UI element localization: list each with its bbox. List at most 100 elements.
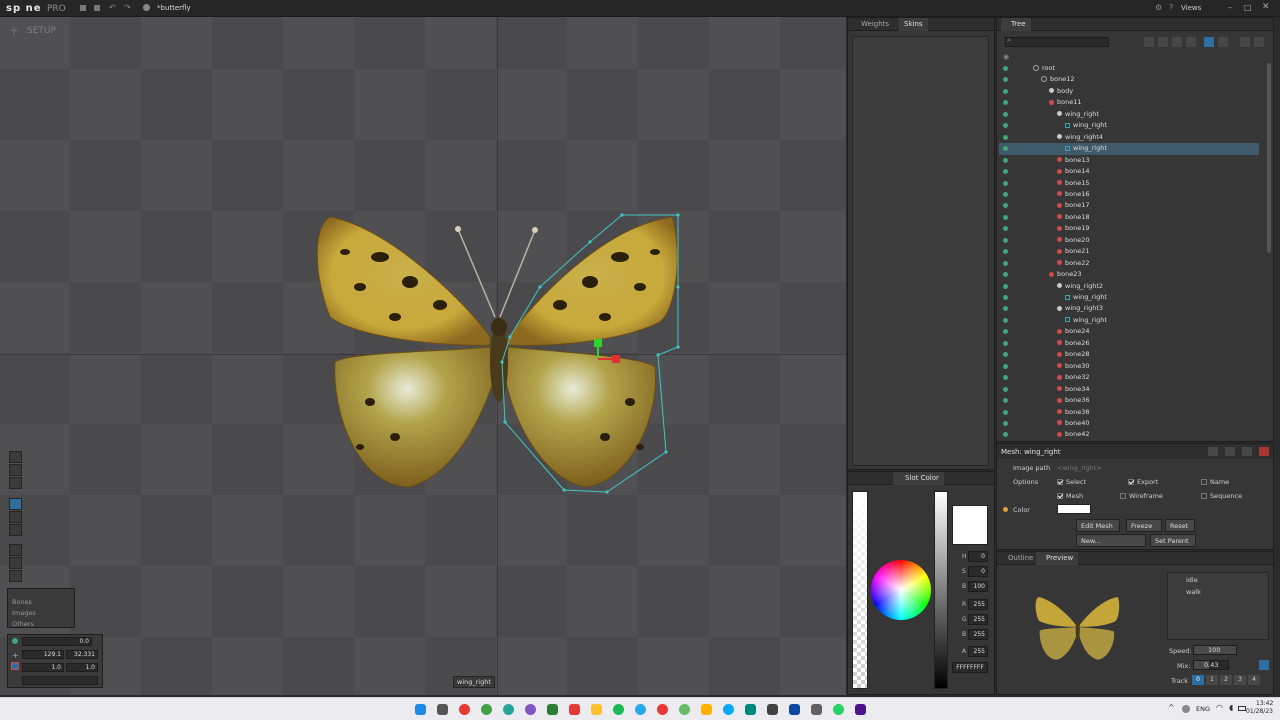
visibility-eye-icon[interactable] — [1003, 420, 1008, 426]
visibility-eye-icon[interactable] — [1003, 66, 1008, 71]
battery-icon[interactable] — [1238, 706, 1246, 711]
visibility-eye-icon[interactable] — [1003, 295, 1008, 300]
tab-slot-color[interactable]: Slot Color — [893, 472, 944, 485]
name-checkbox[interactable]: Name — [1201, 478, 1229, 486]
telegram-icon[interactable] — [635, 704, 646, 715]
media-encoder-icon[interactable] — [855, 704, 866, 715]
visibility-header-icon[interactable]: ◉ — [1003, 53, 1009, 61]
photoshop-icon[interactable] — [789, 704, 800, 715]
translate-x-field[interactable]: 129.1 — [22, 650, 64, 659]
tree-row-bone[interactable]: bone20 — [999, 235, 1259, 247]
create-tool-button[interactable] — [9, 477, 22, 489]
tree-row-bone[interactable]: bone30 — [999, 361, 1259, 373]
tree-row-bone[interactable]: bone36 — [999, 395, 1259, 407]
views-menu[interactable]: Views — [1181, 4, 1201, 12]
new-file-icon[interactable] — [80, 5, 86, 11]
tree-row-slot[interactable]: wing_right3 — [999, 303, 1259, 315]
expand-icon[interactable] — [1218, 37, 1228, 47]
tree-row-bone[interactable]: bone16 — [999, 189, 1259, 201]
app-icon-8[interactable] — [811, 704, 822, 715]
animation-idle[interactable]: idle — [1186, 576, 1198, 584]
set-parent-button[interactable]: Set Parent — [1150, 534, 1196, 547]
hex-field[interactable]: FFFFFFFF — [952, 662, 988, 673]
visibility-eye-icon[interactable] — [1003, 226, 1008, 232]
visibility-eye-icon[interactable] — [1003, 306, 1008, 312]
skype-icon[interactable] — [723, 704, 734, 715]
tab-weights[interactable]: Weights — [856, 18, 894, 31]
visibility-eye-icon[interactable] — [1003, 283, 1008, 289]
app-icon-3[interactable] — [547, 704, 558, 715]
loop-icon[interactable] — [1259, 660, 1269, 670]
track-0[interactable]: 0 — [1192, 675, 1204, 685]
tree-row-bone[interactable]: bone15 — [999, 178, 1259, 190]
tree-row-bone[interactable]: bone34 — [999, 384, 1259, 396]
clock-time[interactable]: 13:42 — [1256, 700, 1273, 707]
save-icon[interactable] — [94, 5, 100, 11]
tree-row-bone[interactable]: bone32 — [999, 372, 1259, 384]
settings-icon[interactable]: ⚙ — [1155, 3, 1162, 12]
tree-row-bone[interactable]: bone24 — [999, 326, 1259, 338]
edit-mesh-button[interactable]: Edit Mesh — [1076, 519, 1120, 532]
image-path-field[interactable]: <wing_right> — [1057, 464, 1102, 472]
tree-row-slot[interactable]: wing_right — [999, 109, 1259, 121]
start-icon[interactable] — [415, 704, 426, 715]
visibility-eye-icon[interactable] — [1003, 237, 1008, 243]
tree-row-bone[interactable]: bone42 — [999, 429, 1259, 441]
delete-icon[interactable] — [1259, 447, 1269, 456]
app-icon-5[interactable] — [701, 704, 712, 715]
visibility-eye-icon[interactable] — [1003, 352, 1008, 358]
tree-row-bone[interactable]: bone13 — [999, 155, 1259, 167]
g-field[interactable]: 255 — [968, 614, 988, 625]
wifi-icon[interactable]: ◠ — [1216, 703, 1223, 712]
tree-row-attachment[interactable]: wing_right — [999, 143, 1259, 155]
slots-filter-icon[interactable] — [1158, 37, 1168, 47]
new-button[interactable]: New... — [1076, 534, 1146, 547]
filter-others[interactable]: Others — [12, 620, 34, 628]
tree-scrollbar[interactable] — [1267, 63, 1271, 253]
tree-row-bone[interactable]: bone11 — [999, 97, 1259, 109]
filter-bones[interactable]: Bones — [12, 598, 32, 606]
task-view-icon[interactable] — [437, 704, 448, 715]
tab-tree[interactable]: Tree — [1001, 18, 1031, 31]
copy-icon[interactable] — [1240, 37, 1250, 47]
b-field[interactable]: 100 — [968, 581, 988, 592]
visibility-eye-icon[interactable] — [1003, 249, 1008, 255]
scale-tool-button[interactable] — [9, 524, 22, 536]
filter-images[interactable]: Images — [12, 609, 36, 617]
animations-list[interactable]: idle walk — [1167, 572, 1269, 640]
freeze-button[interactable]: Freeze — [1126, 519, 1162, 532]
tab-outline[interactable]: Outline — [1003, 552, 1038, 565]
mesh-checkbox[interactable]: Mesh — [1057, 492, 1083, 500]
clock-date[interactable]: 01/28/23 — [1246, 708, 1273, 715]
tab-skins[interactable]: Skins — [899, 18, 928, 31]
visibility-eye-icon[interactable] — [1003, 203, 1008, 209]
app-icon-7[interactable] — [767, 704, 778, 715]
visibility-eye-icon[interactable] — [1003, 272, 1008, 278]
visibility-eye-icon[interactable] — [1003, 260, 1008, 266]
color-field[interactable] — [1057, 504, 1091, 514]
animation-walk[interactable]: walk — [1186, 588, 1201, 596]
mix-slider[interactable]: 0.43 — [1193, 660, 1229, 670]
setup-mode-icon[interactable]: ☥ — [10, 25, 18, 38]
tree-row-bone[interactable]: bone19 — [999, 223, 1259, 235]
shear-field[interactable] — [22, 676, 98, 685]
attachments-filter-icon[interactable] — [1172, 37, 1182, 47]
pose-tool-button[interactable] — [9, 451, 22, 463]
tree-row-bone[interactable]: bone26 — [999, 338, 1259, 350]
visibility-eye-icon[interactable] — [1003, 169, 1008, 175]
tree-row-bone[interactable]: bone21 — [999, 246, 1259, 258]
tree-list[interactable]: root bone12 body bone11 wing_right wing_right… — [999, 63, 1265, 441]
track-3[interactable]: 3 — [1234, 675, 1246, 685]
editor-viewport[interactable]: ☥ SETUP wing_right Bones Images Others 0… — [0, 17, 846, 695]
visibility-eye-icon[interactable] — [1003, 375, 1008, 381]
scale-x-field[interactable]: 1.0 — [22, 663, 64, 672]
r-field[interactable]: 255 — [968, 599, 988, 610]
visibility-eye-icon[interactable] — [1003, 157, 1008, 163]
redo-icon[interactable]: ↷ — [124, 3, 131, 12]
tree-row-bone[interactable]: bone17 — [999, 200, 1259, 212]
tree-row-bone[interactable]: bone38 — [999, 407, 1259, 419]
local-axes-button[interactable] — [9, 557, 22, 569]
app-icon-1[interactable] — [503, 704, 514, 715]
weights-tool-button[interactable] — [9, 464, 22, 476]
blue-field[interactable]: 255 — [968, 629, 988, 640]
